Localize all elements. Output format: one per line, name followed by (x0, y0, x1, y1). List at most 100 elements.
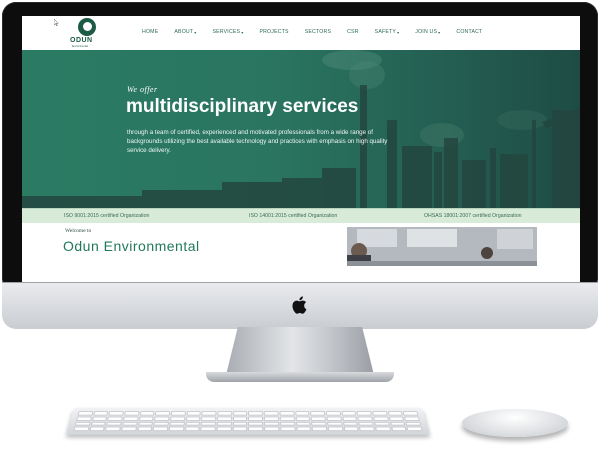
keyboard-key (279, 411, 295, 416)
keyboard-key (76, 416, 92, 421)
nav-item-services[interactable]: SERVICES ▾ (212, 29, 243, 35)
apple-logo-icon (292, 296, 307, 314)
keyboard-key (311, 421, 327, 426)
cert-iso-9001: ISO 9001:2015 certified Organization (64, 213, 150, 219)
keyboard-key (136, 426, 153, 432)
keyboard-key (264, 421, 280, 426)
nav-item-label: ABOUT (174, 29, 194, 35)
keyboard-key (279, 421, 295, 426)
keyboard-key (389, 421, 406, 426)
welcome-label: Welcome to (65, 228, 92, 234)
keyboard-key (77, 411, 94, 416)
keyboard-key (121, 426, 137, 432)
keyboard-key (108, 411, 124, 416)
keyboard-key (341, 416, 358, 421)
keyboard-key (388, 416, 405, 421)
keyboard-key (124, 411, 140, 416)
hero-title: multidisciplinary services (126, 96, 359, 117)
keyboard-key (106, 421, 122, 426)
keyboard-key (373, 416, 389, 421)
keyboard-key (105, 426, 121, 432)
keyboard-key (248, 411, 264, 416)
chevron-down-icon: ▾ (438, 29, 441, 35)
keyboard-key (358, 421, 374, 426)
keyboard-key (372, 411, 388, 416)
keyboard-key (341, 411, 357, 416)
keyboard-key (91, 416, 108, 421)
keyboard-key (90, 421, 107, 426)
nav-item-sectors[interactable]: SECTORS (305, 29, 331, 35)
monitor-screen: ODUN Environmental HOME ABOUT ▾ SERVICES ▾ PR… (22, 16, 580, 282)
keyboard-key (295, 416, 311, 421)
keyboard-key (216, 421, 232, 426)
welcome-title: Odun Environmental (63, 238, 200, 254)
nav-item-safety[interactable]: SAFETY ▾ (375, 29, 400, 35)
keyboard-key (404, 416, 420, 421)
keyboard-key (201, 421, 217, 426)
keyboard-key (232, 411, 248, 416)
keyboard-key (139, 411, 155, 416)
keyboard-key (153, 421, 170, 426)
keyboard-key (138, 416, 155, 421)
hero-banner: We offer multidisciplinary services thro… (22, 50, 580, 208)
keyboard-key (359, 426, 375, 432)
office-photo-image (347, 227, 537, 266)
keyboard-key (406, 426, 423, 432)
nav-item-home[interactable]: HOME (142, 29, 158, 35)
keyboard-key (154, 416, 170, 421)
keyboard-key (232, 421, 248, 426)
nav-item-contact[interactable]: CONTACT (456, 29, 482, 35)
keyboard-key (375, 426, 391, 432)
keyboard (66, 407, 430, 435)
nav-item-csr[interactable]: CSR (347, 29, 359, 35)
logo-subtext: Environmental (72, 45, 88, 48)
keyboard-key (107, 416, 123, 421)
monitor-stand (226, 327, 374, 375)
keyboard-key (390, 426, 407, 432)
nav-item-label: SECTORS (304, 29, 332, 35)
logo-text: ODUN (70, 37, 93, 44)
keyboard-key (248, 421, 264, 426)
hero-description: through a team of certified, experienced… (127, 129, 388, 154)
keyboard-key (169, 421, 185, 426)
keyboard-key (232, 416, 248, 421)
keyboard-key (248, 426, 264, 432)
nav-item-label: CONTACT (456, 29, 483, 35)
keyboard-key (311, 426, 328, 432)
keyboard-key (122, 421, 138, 426)
mouse-pointer-icon (54, 19, 59, 26)
keyboard-key (201, 416, 217, 421)
keyboard-key (155, 411, 171, 416)
nav-item-label: CSR (347, 29, 359, 35)
main-nav: HOME ABOUT ▾ SERVICES ▾ PROJECTS SECTORS CSR SAF… (142, 29, 482, 35)
keyboard-key (74, 421, 91, 426)
keyboard-key (310, 411, 326, 416)
keyboard-key (326, 416, 342, 421)
chevron-down-icon: ▾ (194, 29, 197, 35)
keyboard-key (185, 416, 201, 421)
nav-item-join-us[interactable]: JOIN US ▾ (415, 29, 440, 35)
magic-mouse (462, 409, 568, 437)
nav-item-label: SERVICES (212, 29, 241, 35)
keyboard-key (295, 426, 312, 432)
keyboard-key (279, 416, 295, 421)
keyboard-key (357, 416, 373, 421)
keyboard-key (248, 416, 264, 421)
keyboard-key (184, 426, 201, 432)
nav-item-projects[interactable]: PROJECTS (259, 29, 288, 35)
welcome-photo (347, 227, 537, 266)
cert-ohsas-18001: OHSAS 18001:2007 certified Organization (424, 213, 522, 219)
keyboard-key (280, 426, 296, 432)
keyboard-key (137, 421, 154, 426)
nav-item-about[interactable]: ABOUT ▾ (174, 29, 196, 35)
certification-strip: ISO 9001:2015 certified Organization ISO… (22, 208, 580, 223)
keyboard-key (201, 411, 217, 416)
nav-item-label: SAFETY (374, 29, 397, 35)
keyboard-key (342, 421, 359, 426)
keyboard-key (216, 426, 232, 432)
keyboard-key (93, 411, 109, 416)
keyboard-key (326, 421, 343, 426)
keyboard-key (152, 426, 169, 432)
site-header: ODUN Environmental HOME ABOUT ▾ SERVICES ▾ PR… (22, 16, 580, 50)
keyboard-key (325, 411, 341, 416)
